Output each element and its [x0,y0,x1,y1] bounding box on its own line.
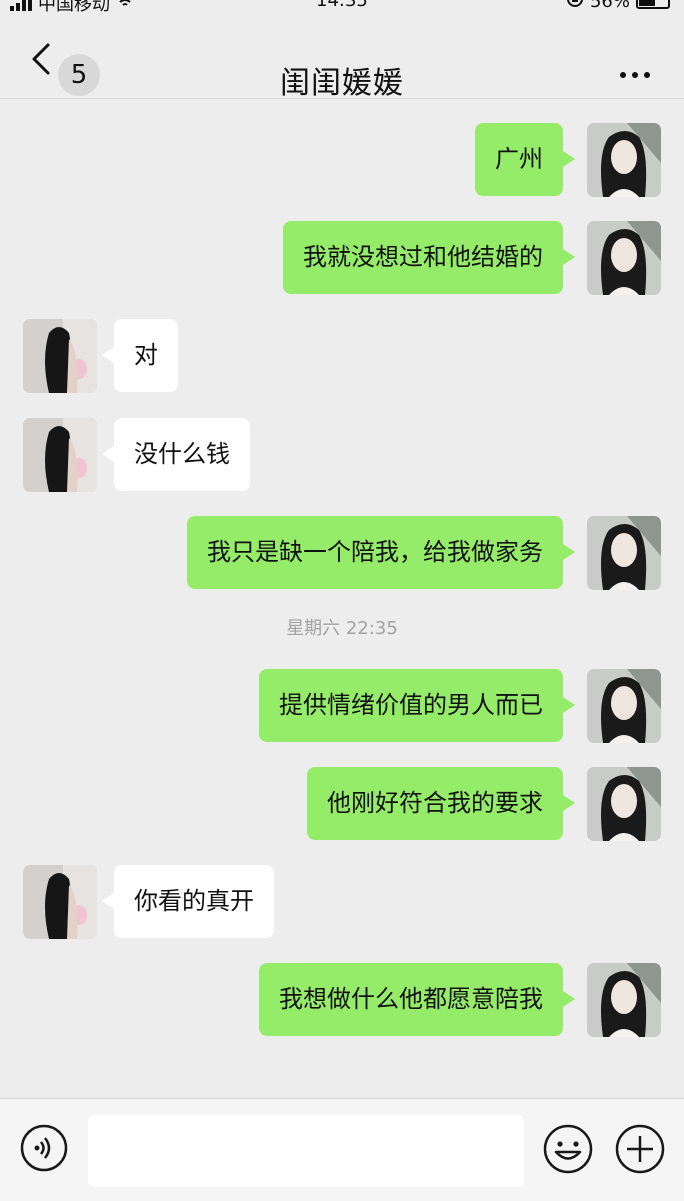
my-avatar[interactable] [587,767,661,841]
message-bubble[interactable]: 没什么钱 [102,418,250,491]
battery-group: 56% [566,0,670,13]
my-avatar[interactable] [587,221,661,295]
message-bubble[interactable]: 他刚好符合我的要求 [307,767,575,840]
message-bubble[interactable]: 你看的真开 [102,865,274,938]
message-bubble[interactable]: 我想做什么他都愿意陪我 [259,963,575,1036]
message-bubble[interactable]: 我只是缺一个陪我，给我做家务 [187,516,575,589]
voice-icon[interactable] [19,1123,69,1173]
message-bubble[interactable]: 我就没想过和他结婚的 [283,221,575,294]
my-avatar[interactable] [587,516,661,590]
more-icon[interactable] [620,72,650,78]
carrier-group: 中国移动 [10,0,134,16]
battery-icon [636,0,670,9]
my-avatar[interactable] [587,963,661,1037]
chat-header: 5 闺闺媛媛 [0,18,684,101]
my-avatar[interactable] [587,669,661,743]
my-avatar[interactable] [587,123,661,197]
message-bubble[interactable]: 提供情绪价值的男人而已 [259,669,575,742]
message-input[interactable] [88,1115,524,1187]
message-timestamp: 星期六 22:35 [286,618,398,639]
message-bubble[interactable]: 广州 [475,123,575,196]
plus-icon[interactable] [614,1123,666,1175]
input-bar [0,1098,684,1201]
wifi-icon [116,0,134,14]
clock: 14:35 [316,0,368,11]
chat-title: 闺闺媛媛 [280,66,404,101]
battery-percent: 56% [589,0,630,12]
emoji-icon[interactable] [542,1123,594,1175]
lock-rotation-icon [566,0,584,13]
signal-icon [10,0,32,11]
message-bubble[interactable]: 对 [102,319,178,392]
battery-fill [639,0,655,6]
contact-avatar[interactable] [23,319,97,393]
status-bar: 中国移动 14:35 56% [0,0,684,15]
carrier-label: 中国移动 [38,0,110,15]
contact-avatar[interactable] [23,865,97,939]
contact-avatar[interactable] [23,418,97,492]
